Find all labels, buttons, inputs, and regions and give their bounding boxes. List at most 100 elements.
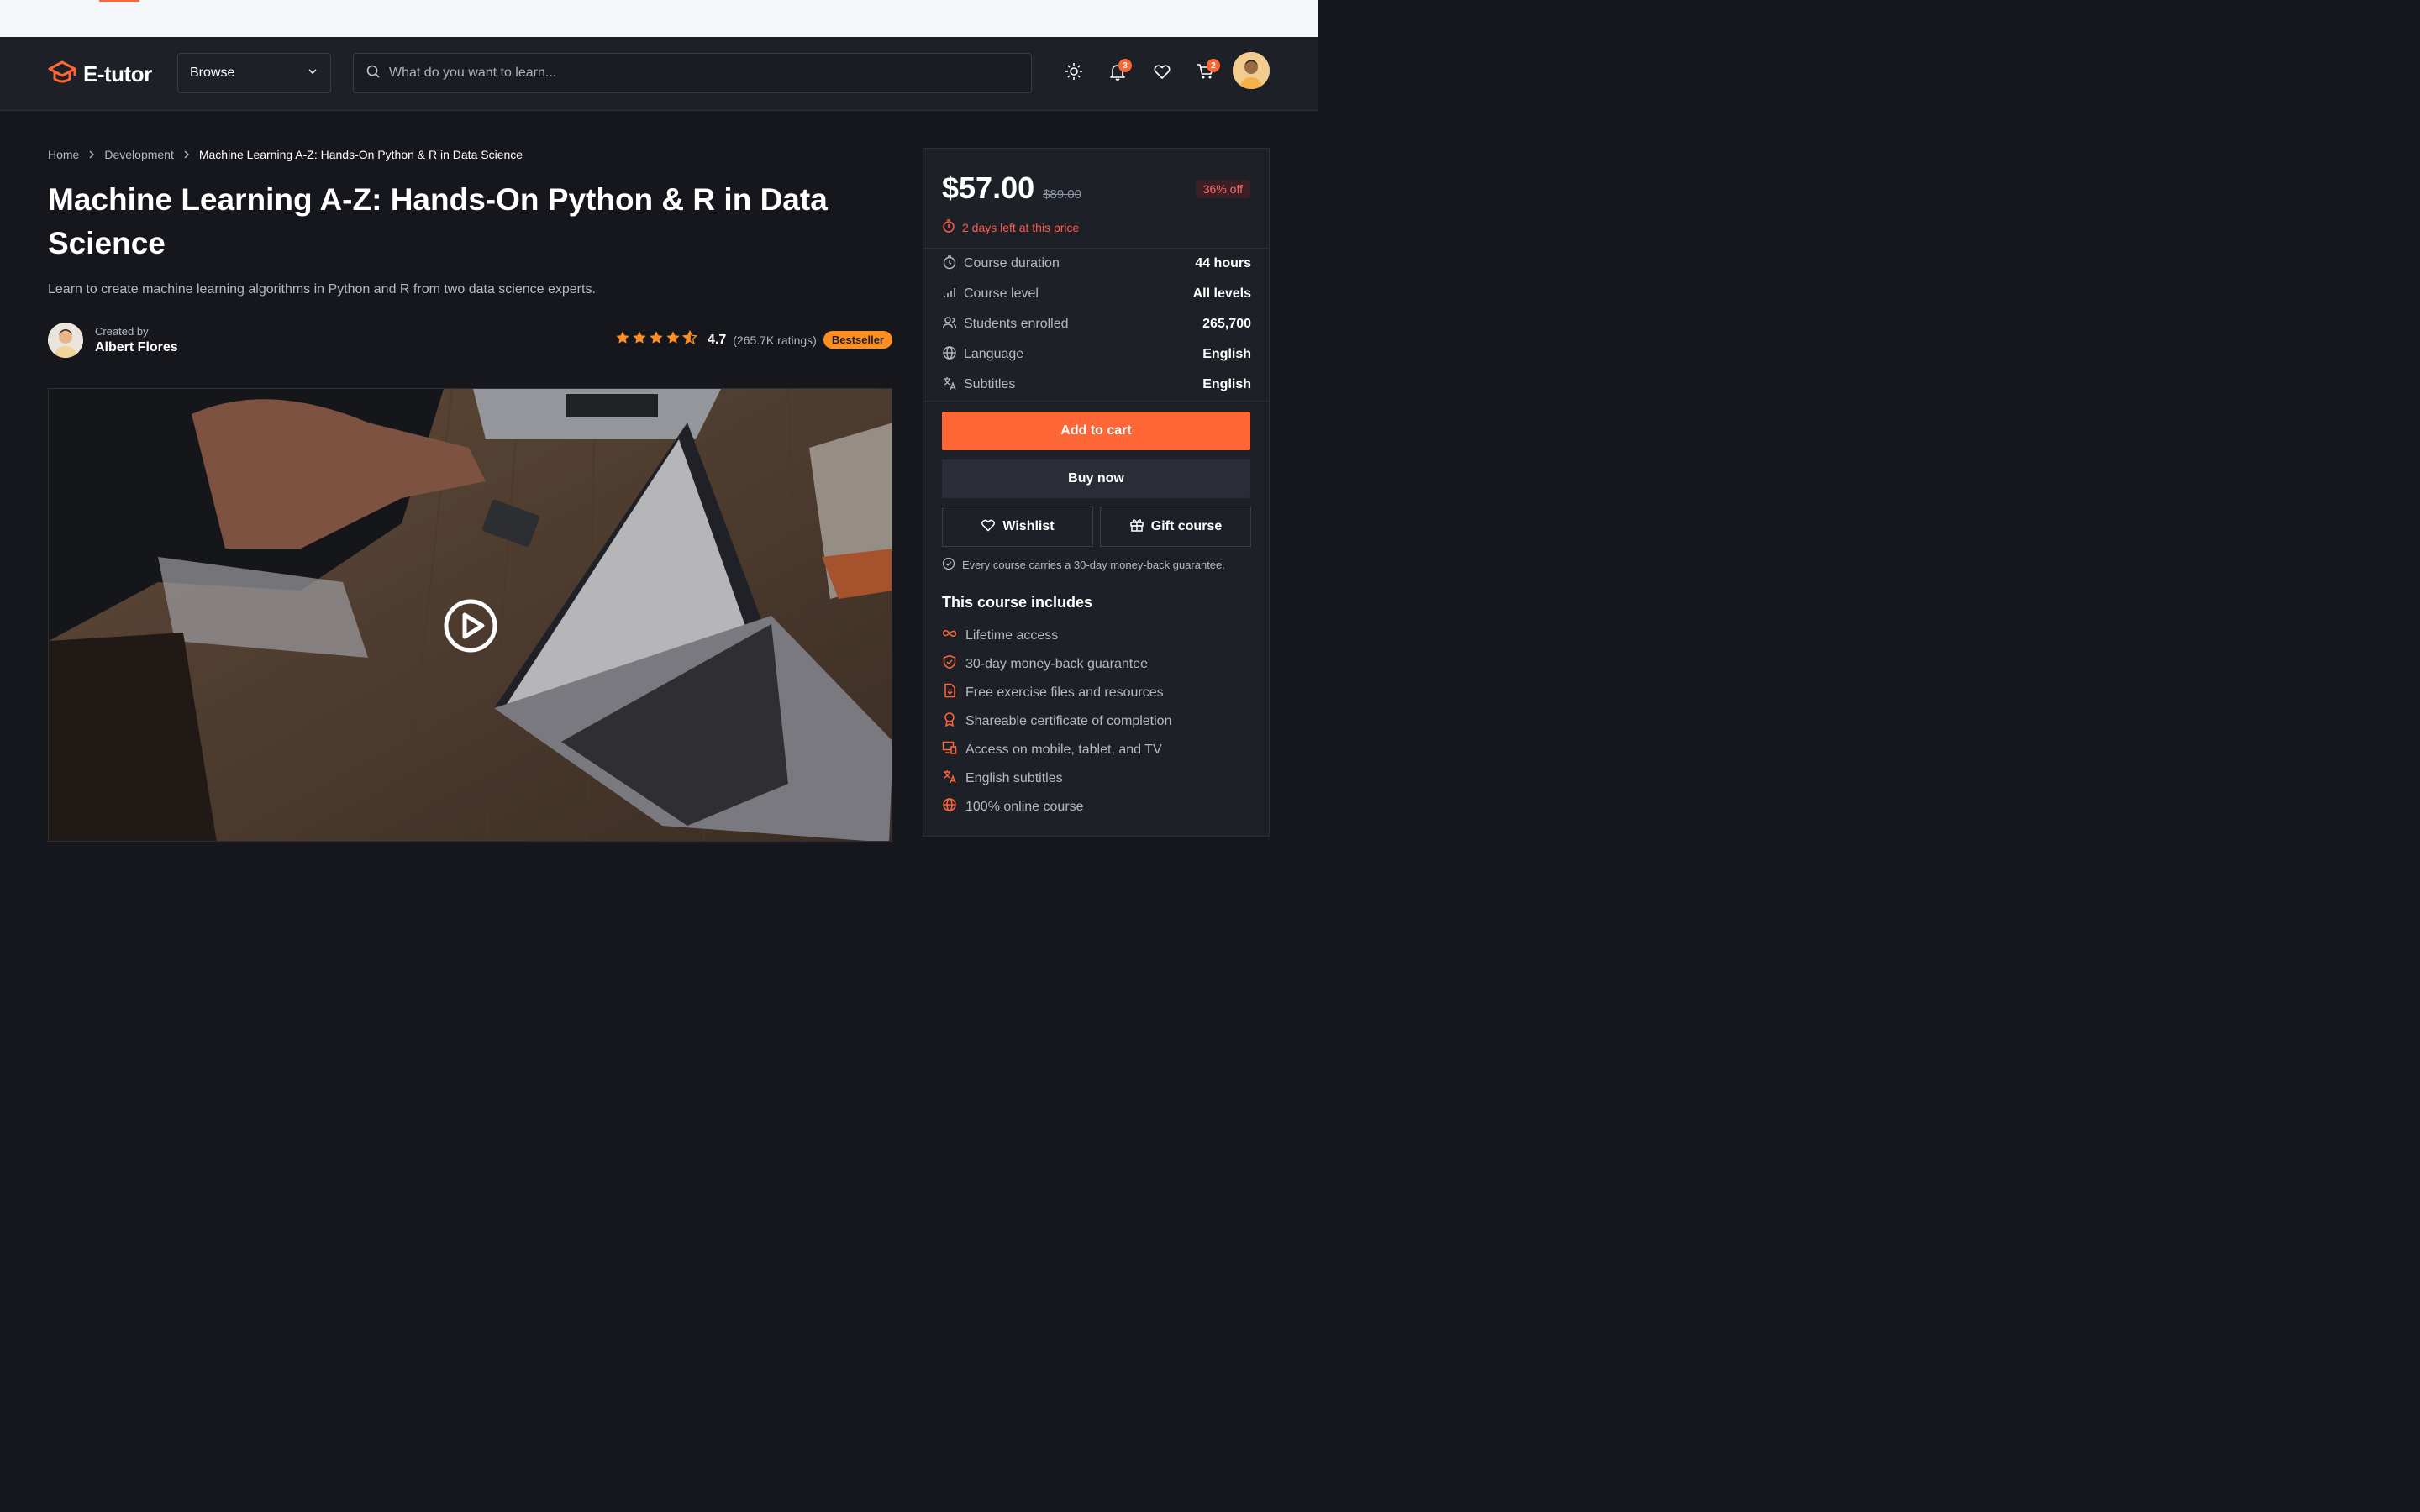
- course-rating: 4.7 (265.7K ratings) Bestseller: [615, 329, 892, 349]
- include-label: Access on mobile, tablet, and TV: [965, 742, 1162, 757]
- star-icon: [632, 330, 647, 349]
- top-nav-contact[interactable]: Contact: [212, 0, 250, 37]
- star-half-icon: [681, 329, 698, 349]
- detail-label: Language: [964, 347, 1024, 361]
- wishlist-label: Wishlist: [1002, 519, 1055, 533]
- breadcrumb-current: Machine Learning A-Z: Hands-On Python & …: [198, 148, 523, 161]
- logo[interactable]: E-tutor: [48, 60, 152, 89]
- translate-icon: [942, 375, 957, 395]
- current-price: $57.00: [942, 171, 1035, 205]
- include-item: Free exercise files and resources: [942, 683, 1164, 702]
- divider: [923, 248, 1269, 249]
- money-back-note: Every course carries a 30-day money-back…: [942, 557, 1225, 573]
- original-price: $89.00: [1043, 187, 1081, 202]
- wishlist-button[interactable]: Wishlist: [942, 507, 1093, 547]
- main-header: E-tutor Browse 3 2: [0, 37, 1318, 111]
- include-item: Access on mobile, tablet, and TV: [942, 740, 1162, 759]
- notification-badge: 3: [1118, 59, 1132, 72]
- include-item: English subtitles: [942, 769, 1063, 788]
- gift-icon: [1129, 517, 1144, 537]
- include-item: 100% online course: [942, 797, 1084, 816]
- globe-icon: [942, 345, 957, 365]
- created-by-label: Created by: [95, 325, 149, 338]
- star-icon: [666, 330, 681, 349]
- add-to-cart-button[interactable]: Add to cart: [942, 412, 1250, 450]
- chevron-right-icon: [87, 148, 96, 161]
- chevron-right-icon: [182, 148, 191, 161]
- cart-badge: 2: [1207, 59, 1220, 72]
- sun-icon: [1065, 62, 1083, 85]
- breadcrumb-home[interactable]: Home: [48, 148, 79, 161]
- theme-toggle[interactable]: [1063, 62, 1085, 84]
- breadcrumb: Home Development Machine Learning A-Z: H…: [48, 148, 523, 161]
- browse-dropdown[interactable]: Browse: [177, 53, 331, 93]
- detail-value: 265,700: [1202, 317, 1251, 331]
- clock-icon: [942, 255, 957, 274]
- currency-select[interactable]: USD ˅: [1157, 13, 1190, 25]
- detail-label: Subtitles: [964, 377, 1016, 391]
- check-circle-icon: [942, 557, 955, 573]
- guarantee-text: Every course carries a 30-day money-back…: [962, 559, 1225, 571]
- include-label: Shareable certificate of completion: [965, 713, 1172, 728]
- alarm-clock-icon: [942, 219, 955, 235]
- breadcrumb-development[interactable]: Development: [104, 148, 174, 161]
- top-nav-courses[interactable]: Courses: [98, 0, 140, 37]
- buy-now-button[interactable]: Buy now: [942, 459, 1250, 498]
- detail-value: English: [1202, 347, 1251, 361]
- star-icon: [615, 330, 630, 349]
- translate-icon: [942, 769, 957, 788]
- detail-label: Course level: [964, 286, 1039, 301]
- top-nav-become-instructor[interactable]: Become an Instructor: [271, 0, 376, 37]
- instructor-info: Created by Albert Flores: [48, 323, 178, 358]
- browse-label: Browse: [190, 66, 235, 80]
- chevron-down-icon: [307, 66, 318, 81]
- search-input[interactable]: [389, 66, 1019, 81]
- cart-button[interactable]: 2: [1195, 59, 1220, 84]
- price-timer: 2 days left at this price: [942, 219, 1079, 235]
- file-download-icon: [942, 683, 957, 702]
- heart-icon: [981, 517, 996, 537]
- rating-value: 4.7: [707, 332, 727, 347]
- heart-icon: [1153, 62, 1171, 85]
- top-nav: Home Courses About Contact Become an Ins…: [48, 0, 375, 37]
- detail-label: Students enrolled: [964, 317, 1069, 331]
- detail-value: English: [1202, 377, 1251, 391]
- star-icon: [649, 330, 664, 349]
- user-avatar[interactable]: [1233, 52, 1270, 89]
- play-button[interactable]: [444, 599, 497, 653]
- instructor-avatar[interactable]: [48, 323, 83, 358]
- divider: [923, 401, 1269, 402]
- detail-students: Students enrolled 265,700: [942, 314, 1251, 334]
- include-label: 100% online course: [965, 799, 1084, 814]
- detail-label: Course duration: [964, 256, 1060, 270]
- rating-stars: [615, 329, 698, 349]
- top-nav-about[interactable]: About: [161, 0, 190, 37]
- gift-course-button[interactable]: Gift course: [1100, 507, 1251, 547]
- detail-value: 44 hours: [1195, 256, 1251, 270]
- globe-icon: [942, 797, 957, 816]
- gift-course-label: Gift course: [1150, 519, 1223, 533]
- include-label: Lifetime access: [965, 627, 1059, 643]
- language-select[interactable]: English ˅: [1220, 13, 1265, 25]
- detail-level: Course level All levels: [942, 284, 1251, 304]
- course-preview-video[interactable]: [48, 388, 892, 842]
- infinity-icon: [942, 626, 957, 645]
- price-row: $57.00 $89.00: [942, 171, 1081, 206]
- top-nav-home[interactable]: Home: [48, 0, 77, 37]
- search-bar[interactable]: [353, 53, 1032, 93]
- notifications-button[interactable]: 3: [1107, 59, 1132, 84]
- currency-value: USD: [1157, 12, 1181, 25]
- bestseller-badge: Bestseller: [823, 331, 892, 349]
- wishlist-header-button[interactable]: [1151, 62, 1173, 84]
- shield-check-icon: [942, 654, 957, 674]
- brand-name: E-tutor: [83, 61, 152, 87]
- instructor-name[interactable]: Albert Flores: [95, 340, 178, 355]
- devices-icon: [942, 740, 957, 759]
- award-icon: [942, 711, 957, 731]
- language-value: English: [1220, 12, 1256, 25]
- discount-badge: 36% off: [1195, 180, 1250, 198]
- users-icon: [942, 315, 957, 334]
- include-label: English subtitles: [965, 770, 1063, 785]
- search-icon: [366, 64, 381, 83]
- include-item: 30-day money-back guarantee: [942, 654, 1148, 674]
